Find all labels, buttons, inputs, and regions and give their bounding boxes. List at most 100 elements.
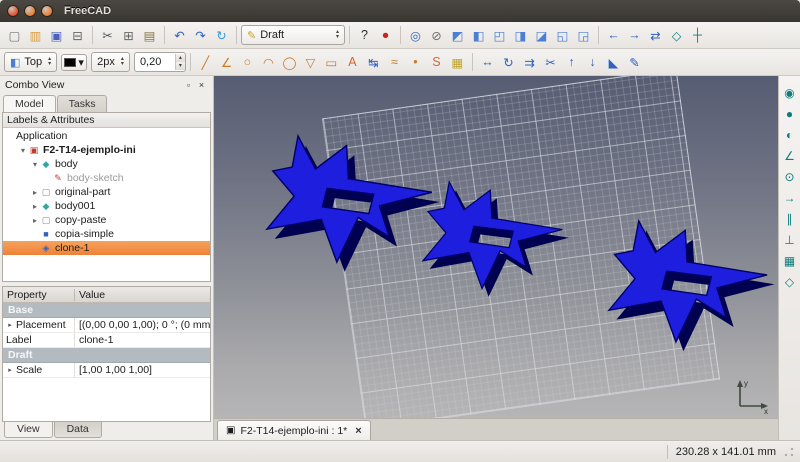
- next-view-icon[interactable]: →: [624, 25, 645, 46]
- star-object-1[interactable]: [267, 136, 440, 272]
- draft-trimex-icon[interactable]: ✂: [540, 52, 561, 73]
- draft-shapestring-icon[interactable]: S: [426, 52, 447, 73]
- print-icon[interactable]: ⊟: [67, 25, 88, 46]
- new-document-icon[interactable]: ▢: [4, 25, 25, 46]
- snap-extension-icon[interactable]: →: [781, 189, 799, 207]
- measure-distance-icon[interactable]: ◇: [666, 25, 687, 46]
- draft-dimension-icon[interactable]: ↹: [363, 52, 384, 73]
- paste-icon[interactable]: ▤: [139, 25, 160, 46]
- view-top-icon[interactable]: ◰: [489, 25, 510, 46]
- draft-circle-icon[interactable]: ○: [237, 52, 258, 73]
- tab-tasks[interactable]: Tasks: [57, 95, 108, 112]
- spin-up-button[interactable]: ▴: [176, 54, 185, 62]
- redo-icon[interactable]: ↷: [190, 25, 211, 46]
- star-object-3[interactable]: [609, 221, 775, 351]
- whats-this-icon[interactable]: ?: [354, 25, 375, 46]
- property-value[interactable]: [1,00 1,00 1,00]: [75, 364, 210, 376]
- expander-down-icon[interactable]: ▾: [18, 146, 28, 155]
- snap-angle-icon[interactable]: ∠: [781, 147, 799, 165]
- draft-line-icon[interactable]: ╱: [195, 52, 216, 73]
- tab-data[interactable]: Data: [54, 422, 102, 438]
- draft-rectangle-icon[interactable]: ▭: [321, 52, 342, 73]
- draft-scale-icon[interactable]: ◣: [603, 52, 624, 73]
- snap-center-icon[interactable]: ⊙: [781, 168, 799, 186]
- view-right-icon[interactable]: ◨: [510, 25, 531, 46]
- expander-right-icon[interactable]: ▸: [30, 216, 40, 225]
- value-column-header[interactable]: Value: [75, 289, 210, 301]
- tree-item-original-part[interactable]: ▸▢original-part: [3, 185, 210, 199]
- copy-icon[interactable]: ⊞: [118, 25, 139, 46]
- panel-float-button[interactable]: ▫: [182, 78, 195, 91]
- minimize-button[interactable]: [24, 5, 36, 17]
- undo-icon[interactable]: ↶: [169, 25, 190, 46]
- property-value[interactable]: [(0,00 0,00 1,00); 0 °; (0 mm ...: [75, 319, 210, 331]
- draft-polyline-icon[interactable]: ∠: [216, 52, 237, 73]
- property-column-header[interactable]: Property: [3, 289, 75, 301]
- view-axonometric-icon[interactable]: ◩: [447, 25, 468, 46]
- macro-record-icon[interactable]: ●: [375, 25, 396, 46]
- line-width-selector[interactable]: 2px ▴▾: [91, 52, 130, 72]
- draft-text-icon[interactable]: A: [342, 52, 363, 73]
- view-front-icon[interactable]: ◧: [468, 25, 489, 46]
- snap-spacing-spinbox[interactable]: 0,20 ▴ ▾: [134, 52, 186, 72]
- open-document-icon[interactable]: ▥: [25, 25, 46, 46]
- tree-item-application[interactable]: Application: [3, 129, 210, 143]
- expander-down-icon[interactable]: ▾: [30, 160, 40, 169]
- draft-polygon-icon[interactable]: ▽: [300, 52, 321, 73]
- star-object-2[interactable]: [423, 182, 569, 297]
- save-icon[interactable]: ▣: [46, 25, 67, 46]
- tree-item-clone-1[interactable]: ◈clone-1: [3, 241, 210, 255]
- tab-model[interactable]: Model: [3, 95, 56, 112]
- link-view-icon[interactable]: ⇄: [645, 25, 666, 46]
- snap-midpoint-icon[interactable]: ◐: [781, 126, 799, 144]
- draft-point-icon[interactable]: •: [405, 52, 426, 73]
- tree-item-body-sketch[interactable]: ✎body-sketch: [3, 171, 210, 185]
- fit-all-icon[interactable]: ◎: [405, 25, 426, 46]
- snap-endpoint-icon[interactable]: ●: [781, 105, 799, 123]
- spin-down-button[interactable]: ▾: [176, 62, 185, 70]
- property-row-placement[interactable]: ▸Placement[(0,00 0,00 1,00); 0 °; (0 mm …: [3, 318, 210, 333]
- draft-offset-icon[interactable]: ⇉: [519, 52, 540, 73]
- tree-item-body001[interactable]: ▸◆body001: [3, 199, 210, 213]
- tree-item-copy-paste[interactable]: ▸▢copy-paste: [3, 213, 210, 227]
- view-rear-icon[interactable]: ◪: [531, 25, 552, 46]
- expander-right-icon[interactable]: ▸: [30, 202, 40, 211]
- line-color-picker[interactable]: ▾: [61, 54, 87, 71]
- draft-facebinder-icon[interactable]: ▦: [447, 52, 468, 73]
- expander-right-icon[interactable]: ▸: [6, 321, 14, 329]
- expander-right-icon[interactable]: ▸: [30, 188, 40, 197]
- draft-downgrade-icon[interactable]: ↓: [582, 52, 603, 73]
- tab-view[interactable]: View: [4, 422, 53, 438]
- 3d-viewport[interactable]: x y: [214, 76, 778, 418]
- draft-bspline-icon[interactable]: ≈: [384, 52, 405, 73]
- draft-move-icon[interactable]: ↔: [477, 52, 498, 73]
- maximize-button[interactable]: [41, 5, 53, 17]
- tree-item-body[interactable]: ▾◆body: [3, 157, 210, 171]
- resize-grip-icon[interactable]: [784, 447, 794, 457]
- draft-upgrade-icon[interactable]: ↑: [561, 52, 582, 73]
- close-document-icon[interactable]: ×: [355, 425, 361, 437]
- close-button[interactable]: [7, 5, 19, 17]
- draft-edit-icon[interactable]: ✎: [624, 52, 645, 73]
- tree-item-copia-simple[interactable]: ■copia-simple: [3, 227, 210, 241]
- draft-rotate-icon[interactable]: ↻: [498, 52, 519, 73]
- working-plane-button[interactable]: ◧ Top ▴▾: [4, 52, 57, 72]
- toggle-axis-cross-icon[interactable]: ┼: [687, 25, 708, 46]
- snap-working-plane-icon[interactable]: ◇: [781, 273, 799, 291]
- view-bottom-icon[interactable]: ◱: [552, 25, 573, 46]
- snap-grid-icon[interactable]: ▦: [781, 252, 799, 270]
- draft-ellipse-icon[interactable]: ◯: [279, 52, 300, 73]
- expander-right-icon[interactable]: ▸: [6, 366, 14, 374]
- property-row-scale[interactable]: ▸Scale[1,00 1,00 1,00]: [3, 363, 210, 378]
- view-left-icon[interactable]: ◲: [573, 25, 594, 46]
- property-row-label[interactable]: Labelclone-1: [3, 333, 210, 348]
- refresh-icon[interactable]: ↻: [211, 25, 232, 46]
- document-tab[interactable]: ▣ F2-T14-ejemplo-ini : 1* ×: [217, 420, 371, 440]
- draft-arc-icon[interactable]: ◠: [258, 52, 279, 73]
- snap-perpendicular-icon[interactable]: ⊥: [781, 231, 799, 249]
- tree-item-f2-t14-ejemplo-ini[interactable]: ▾▣F2-T14-ejemplo-ini: [3, 143, 210, 157]
- snap-parallel-icon[interactable]: ∥: [781, 210, 799, 228]
- previous-view-icon[interactable]: ←: [603, 25, 624, 46]
- cut-icon[interactable]: ✂: [97, 25, 118, 46]
- snap-lock-icon[interactable]: ◉: [781, 84, 799, 102]
